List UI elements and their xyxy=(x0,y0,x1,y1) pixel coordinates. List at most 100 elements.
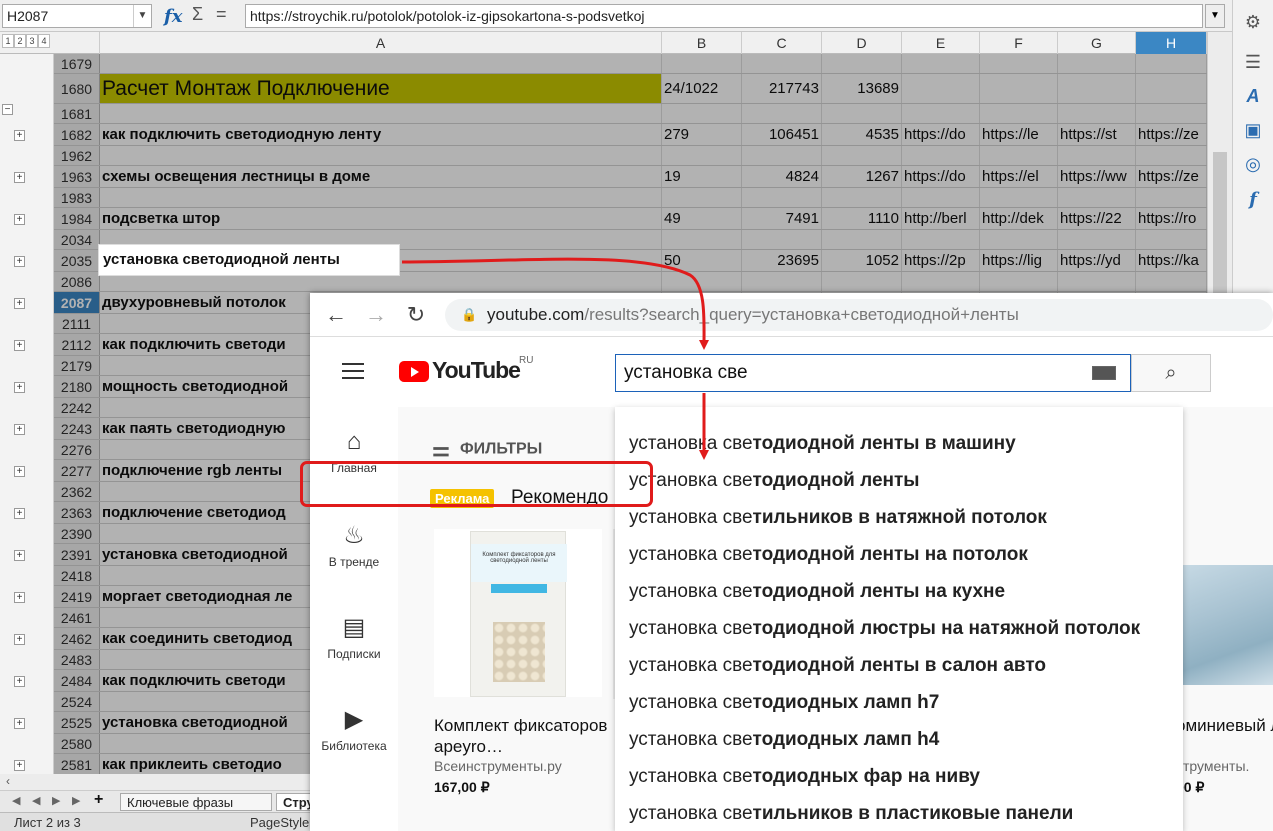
expand-group-icon[interactable]: + xyxy=(14,508,25,519)
suggestion-item[interactable]: установка светильников в пластиковые пан… xyxy=(629,803,1073,825)
prev-sheet-icon[interactable]: ◀ xyxy=(32,794,40,807)
outline-level-1[interactable]: 1 xyxy=(2,34,14,48)
column-header-h[interactable]: H xyxy=(1136,32,1207,54)
suggestion-item[interactable]: установка светодиодных фар на ниву xyxy=(629,766,980,788)
outline-level-4[interactable]: 4 xyxy=(38,34,50,48)
column-header-b[interactable]: B xyxy=(662,32,742,54)
lock-icon: 🔒 xyxy=(461,307,478,322)
expand-group-icon[interactable]: + xyxy=(14,676,25,687)
product-thumbnail[interactable]: Комплект фиксаторов для светодиодной лен… xyxy=(434,529,602,697)
expand-group-icon[interactable]: + xyxy=(14,340,25,351)
reload-icon[interactable]: ↻ xyxy=(402,301,430,329)
suggestion-item[interactable]: установка светильников в натяжной потоло… xyxy=(629,507,1047,529)
suggestion-typed: установка све xyxy=(629,692,753,713)
column-header-a[interactable]: A xyxy=(100,32,662,54)
expand-group-icon[interactable]: + xyxy=(14,256,25,267)
sidebar-item-trending[interactable]: ♨ В тренде xyxy=(310,521,398,569)
suggestion-typed: установка све xyxy=(629,544,753,565)
suggestion-completion: тильников в пластиковые панели xyxy=(752,803,1074,824)
annotation-highlight-box xyxy=(300,461,653,507)
expand-group-icon[interactable]: + xyxy=(14,298,25,309)
chevron-down-icon[interactable]: ▼ xyxy=(133,5,151,27)
product-seller-3: струменты. xyxy=(1176,758,1250,774)
function-wizard-icon[interactable]: fx xyxy=(164,6,182,27)
filters-button[interactable]: ⚌ ФИЛЬТРЫ xyxy=(432,437,542,462)
suggestion-completion: тодиодных ламп h7 xyxy=(752,692,940,713)
chevron-left-icon[interactable]: ‹ xyxy=(6,774,10,788)
expand-group-icon[interactable]: + xyxy=(14,760,25,771)
keyboard-icon[interactable] xyxy=(1092,366,1116,380)
gallery-icon[interactable]: ▣ xyxy=(1241,118,1265,142)
functions-icon[interactable]: f xyxy=(1241,188,1265,212)
sum-icon[interactable]: Σ xyxy=(192,4,203,25)
flame-icon: ♨ xyxy=(343,522,365,549)
horizontal-scrollbar[interactable]: ‹ xyxy=(0,774,310,790)
expand-group-icon[interactable]: + xyxy=(14,214,25,225)
back-arrow-icon[interactable]: ← xyxy=(322,301,350,329)
outline-level-3[interactable]: 3 xyxy=(26,34,38,48)
expand-group-icon[interactable]: + xyxy=(14,424,25,435)
product-thumbnail-3[interactable] xyxy=(1176,565,1273,685)
last-sheet-icon[interactable]: ▶ xyxy=(72,794,80,807)
suggestion-item[interactable]: установка светодиодной ленты в салон авт… xyxy=(629,655,1046,677)
suggestion-item[interactable]: установка светодиодной ленты на кухне xyxy=(629,581,1005,603)
formula-input[interactable]: https://stroychik.ru/potolok/potolok-iz-… xyxy=(245,4,1203,28)
expand-group-icon[interactable]: + xyxy=(14,172,25,183)
properties-icon[interactable]: ☰ xyxy=(1241,50,1265,74)
expand-group-icon[interactable]: + xyxy=(14,550,25,561)
suggestion-item[interactable]: установка светодиодной ленты на потолок xyxy=(629,544,1028,566)
suggestion-completion: тодиодной ленты на потолок xyxy=(752,544,1028,565)
sidebar-label: Подписки xyxy=(327,647,381,661)
product-package-image: Комплект фиксаторов для светодиодной лен… xyxy=(470,531,567,697)
column-header-e[interactable]: E xyxy=(902,32,980,54)
expand-group-icon[interactable]: + xyxy=(14,130,25,141)
product-title[interactable]: Комплект фиксаторов apeyro… xyxy=(434,715,614,757)
search-input[interactable]: установка све xyxy=(615,354,1131,392)
search-suggestions-dropdown: установка светодиодной ленты в машину уст… xyxy=(615,407,1183,831)
suggestion-item[interactable]: установка светодиодной люстры на натяжно… xyxy=(629,618,1140,640)
expand-formula-button[interactable]: ▼ xyxy=(1205,4,1225,28)
suggestion-typed: установка све xyxy=(629,507,753,528)
suggestion-completion: тодиодной ленты в салон авто xyxy=(752,655,1046,676)
outline-level-2[interactable]: 2 xyxy=(14,34,26,48)
navigator-icon[interactable]: ◎ xyxy=(1241,152,1265,176)
sidebar-label: Библиотека xyxy=(321,739,387,753)
suggestion-typed: установка све xyxy=(629,581,753,602)
sidebar-item-library[interactable]: ▶ Библиотека xyxy=(310,705,398,753)
column-header-d[interactable]: D xyxy=(822,32,902,54)
sidebar-item-subscriptions[interactable]: ▤ Подписки xyxy=(310,613,398,661)
first-sheet-icon[interactable]: ◀ xyxy=(12,794,20,807)
suggestion-item[interactable]: установка светодиодных ламп h4 xyxy=(629,729,939,751)
expand-group-icon[interactable]: + xyxy=(14,634,25,645)
search-value: установка све xyxy=(624,362,748,383)
expand-group-icon[interactable]: + xyxy=(14,592,25,603)
column-header-f[interactable]: F xyxy=(980,32,1058,54)
product-title-3[interactable]: оминиевый ладной… xyxy=(1176,715,1273,736)
suggestion-item[interactable]: установка светодиодной ленты в машину xyxy=(629,433,1016,455)
column-header-g[interactable]: G xyxy=(1058,32,1136,54)
menu-icon[interactable] xyxy=(342,363,364,379)
styles-icon[interactable]: A xyxy=(1241,84,1265,108)
expand-group-icon[interactable]: + xyxy=(14,718,25,729)
subscriptions-icon: ▤ xyxy=(342,614,366,641)
formula-icon[interactable]: = xyxy=(216,4,227,25)
suggestion-item[interactable]: установка светодиодной ленты xyxy=(629,470,920,492)
search-button[interactable]: ⌕ xyxy=(1131,354,1211,392)
filters-label: ФИЛЬТРЫ xyxy=(459,440,543,458)
add-sheet-button[interactable]: + xyxy=(94,791,103,809)
sheet-tab-keywords[interactable]: Ключевые фразы xyxy=(120,793,272,811)
column-header-c[interactable]: C xyxy=(742,32,822,54)
forward-arrow-icon[interactable]: → xyxy=(362,301,390,329)
expand-group-icon[interactable]: + xyxy=(14,382,25,393)
next-sheet-icon[interactable]: ▶ xyxy=(52,794,60,807)
suggestion-completion: тодиодных ламп h4 xyxy=(752,729,940,750)
gear-icon[interactable]: ⚙ xyxy=(1241,10,1265,34)
select-all-corner[interactable] xyxy=(54,32,100,54)
expand-group-icon[interactable]: + xyxy=(14,466,25,477)
name-box[interactable]: H2087 ▼ xyxy=(2,4,152,28)
url-field[interactable]: 🔒 youtube.com/results?search_query=устан… xyxy=(445,299,1273,331)
suggestion-item[interactable]: установка светодиодных ламп h7 xyxy=(629,692,939,714)
suggestion-typed: установка све xyxy=(629,729,753,750)
library-icon: ▶ xyxy=(344,706,364,733)
collapse-group-icon[interactable]: − xyxy=(2,104,13,115)
